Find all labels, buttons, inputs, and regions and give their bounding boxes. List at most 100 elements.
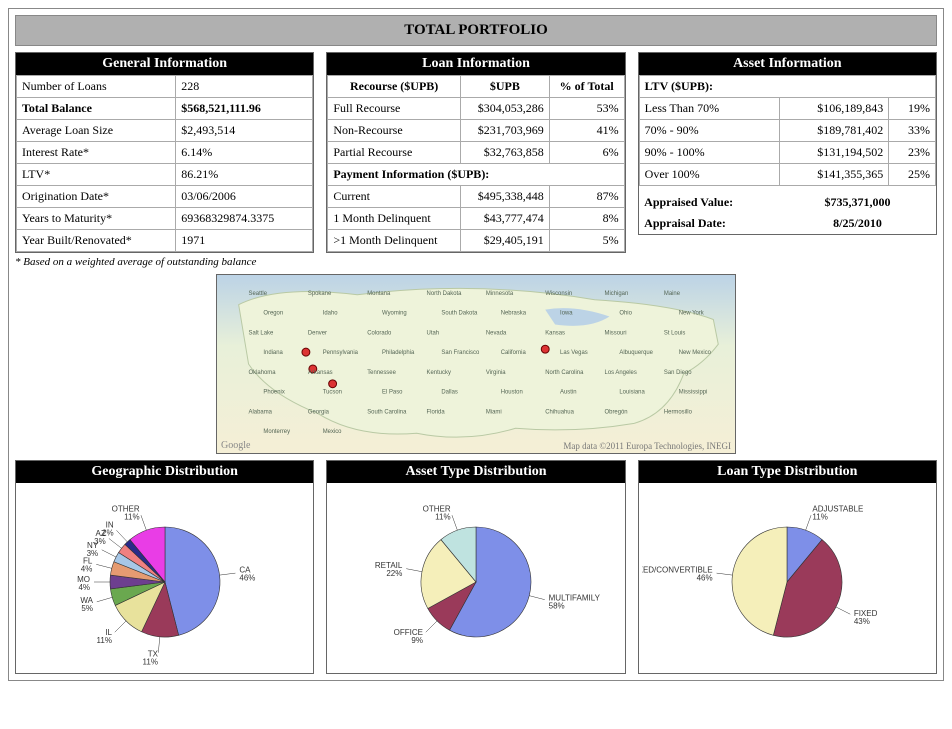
ltv-pct: 19% [889,98,936,120]
map-label: Obregón [605,409,628,415]
loan-subhead-recourse: Recourse ($UPB) [328,76,461,98]
payment-label: 1 Month Delinquent [328,208,461,230]
general-info-column: General Information Number of Loans228To… [15,52,314,268]
general-value: $568,521,111.96 [176,98,313,120]
map-label: Las Vegas [560,350,588,356]
map-label: Mexico [323,429,342,435]
page-title: TOTAL PORTFOLIO [15,15,937,46]
pie-leader [836,607,850,614]
loan-label: Full Recourse [328,98,461,120]
payment-label: Current [328,186,461,208]
pie-leader [426,621,437,632]
map-label: Colorado [367,330,392,336]
pie-leader [717,573,733,575]
loan-info-table: Recourse ($UPB) $UPB % of Total Full Rec… [327,75,624,252]
loan-label: Partial Recourse [328,142,461,164]
loan-info-header: Loan Information [327,53,624,75]
map-label: Michigan [605,291,629,297]
loan-subhead-row: Recourse ($UPB) $UPB % of Total [328,76,624,98]
map-label: South Dakota [441,311,478,317]
map-label: New Mexico [679,350,712,356]
map-image: SeattleSpokaneMontanaNorth DakotaMinneso… [216,274,736,454]
map-label: Chihuahua [545,409,574,415]
ltv-pct: 33% [889,120,936,142]
general-footnote: * Based on a weighted average of outstan… [15,256,314,268]
map-label: Louisiana [619,390,645,396]
pie-leader [101,550,115,557]
ltv-upb: $131,194,502 [780,142,889,164]
ltv-pct: 25% [889,164,936,186]
pie-leader [452,515,457,530]
asset-info-panel: Asset Information LTV ($UPB): Less Than … [638,52,937,235]
loan-upb: $304,053,286 [460,98,549,120]
map-label: Denver [308,330,327,336]
map-label: Salt Lake [249,330,274,336]
pie-slice-pct: 5% [81,604,93,613]
map-label: Oklahoma [249,370,277,376]
pie-leader [219,573,235,575]
map-label: North Carolina [545,370,584,376]
map-label: Spokane [308,291,332,297]
map-label: Georgia [308,409,330,415]
pie-leader [158,637,160,653]
map-label: South Carolina [367,409,407,415]
map-label: Monterrey [263,429,290,435]
map-label: Idaho [323,311,339,317]
loan-type-panel: Loan Type Distribution ADJUSTABLE11%FIXE… [638,460,937,674]
map-label: North Dakota [427,291,463,297]
asset-ltv-row: 90% - 100%$131,194,50223% [639,142,935,164]
general-label: Years to Maturity* [17,208,176,230]
map-label: Houston [501,390,523,396]
pie-slice-pct: 3% [86,549,98,558]
map-label: San Diego [664,370,692,376]
map-label: Utah [427,330,440,336]
geo-distribution-chart: CA46%TX11%IL11%WA5%MO4%FL4%NY3%AZ3%IN2%O… [20,483,310,673]
info-row: General Information Number of Loans228To… [15,52,937,268]
ltv-head: LTV ($UPB): [639,76,935,98]
map-label: Mississippi [679,390,708,396]
map-label: Nebraska [501,311,527,317]
map-svg: SeattleSpokaneMontanaNorth DakotaMinneso… [217,275,735,453]
map-label: Arkansas [308,370,333,376]
general-row: Year Built/Renovated*1971 [17,230,313,252]
map-label: Austin [560,390,576,396]
payment-label: >1 Month Delinquent [328,230,461,252]
portfolio-report: TOTAL PORTFOLIO General Information Numb… [8,8,944,681]
map-label: Miami [486,409,502,415]
loan-upb: $32,763,858 [460,142,549,164]
general-row: Interest Rate*6.14% [17,142,313,164]
loan-subhead-pct: % of Total [549,76,624,98]
general-label: Average Loan Size [17,120,176,142]
map-label: Wisconsin [545,291,572,297]
loan-info-panel: Loan Information Recourse ($UPB) $UPB % … [326,52,625,253]
map-label: Tucson [323,390,342,396]
general-info-panel: General Information Number of Loans228To… [15,52,314,253]
asset-info-header: Asset Information [639,53,936,75]
map-label: Dallas [441,390,457,396]
general-row: Total Balance$568,521,111.96 [17,98,313,120]
map-label: Nevada [486,330,507,336]
map-section: SeattleSpokaneMontanaNorth DakotaMinneso… [15,274,937,454]
pie-leader [141,515,146,530]
general-row: Number of Loans228 [17,76,313,98]
loan-pct: 53% [549,98,624,120]
map-label: Florida [427,409,446,415]
map-label: Pennsylvania [323,350,359,356]
asset-info-column: Asset Information LTV ($UPB): Less Than … [638,52,937,268]
loan-upb: $231,703,969 [460,120,549,142]
appraised-value: $735,371,000 [780,192,936,213]
map-label: California [501,350,527,356]
loan-payment-row: >1 Month Delinquent$29,405,1915% [328,230,624,252]
map-credit2: Map data ©2011 Europa Technologies, INEG… [563,441,731,451]
map-label: Ohio [619,311,632,317]
map-label: Kentucky [427,370,451,376]
asset-type-panel: Asset Type Distribution MULTIFAMILY58%OF… [326,460,625,674]
payment-upb: $495,338,448 [460,186,549,208]
map-label: Seattle [249,291,268,297]
pie-leader [406,569,422,572]
loan-recourse-row: Non-Recourse$231,703,96941% [328,120,624,142]
map-label: Maine [664,291,681,297]
general-value: 69368329874.3375 [176,208,313,230]
asset-ltv-row: Less Than 70%$106,189,84319% [639,98,935,120]
general-value: 86.21% [176,164,313,186]
